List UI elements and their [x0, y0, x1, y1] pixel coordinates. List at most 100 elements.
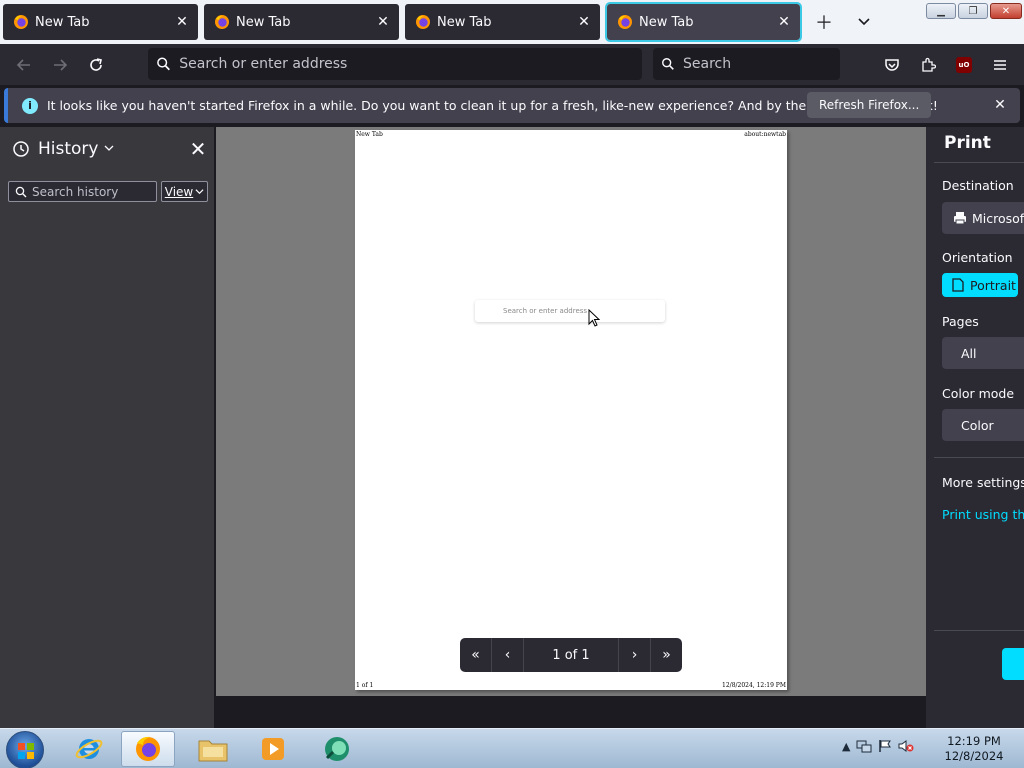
folder-icon: [198, 740, 228, 762]
start-button[interactable]: [6, 731, 44, 768]
reload-icon: [90, 58, 102, 71]
previous-page-icon[interactable]: ‹: [492, 638, 524, 672]
portrait-page-icon: [952, 278, 964, 292]
history-search-box[interactable]: [8, 181, 157, 202]
plus-icon[interactable]: ＋: [812, 10, 836, 34]
firefox-icon: [136, 736, 160, 761]
page-search-box: Search or enter address: [475, 300, 665, 322]
url-input[interactable]: [179, 56, 642, 72]
close-icon[interactable]: ✕: [992, 97, 1008, 113]
orientation-label: Orientation: [942, 250, 1013, 265]
divider: [934, 630, 1024, 631]
firefox-icon: [618, 15, 632, 29]
tab-title: New Tab: [236, 14, 291, 30]
history-search-input[interactable]: [32, 184, 152, 199]
taskbar-firefox[interactable]: [121, 731, 175, 767]
color-mode-label: Color mode: [942, 386, 1015, 401]
notification-message: It looks like you haven't started Firefo…: [47, 98, 938, 113]
refresh-firefox-button[interactable]: Refresh Firefox...: [807, 92, 932, 118]
more-settings-toggle[interactable]: More settings: [942, 475, 1024, 490]
search-icon: [15, 186, 27, 197]
tab-strip: New Tab ✕ New Tab ✕ New Tab ✕ New Tab ✕ …: [0, 0, 1024, 44]
divider: [934, 162, 1024, 163]
hamburger-menu-icon[interactable]: [988, 53, 1012, 77]
forward-button[interactable]: [47, 52, 73, 78]
orientation-portrait-button[interactable]: Portrait: [942, 273, 1018, 297]
view-menu-button[interactable]: View: [161, 181, 208, 202]
back-button[interactable]: [11, 52, 37, 78]
clock-icon: [13, 141, 29, 157]
pages-label: Pages: [942, 314, 979, 329]
reload-button[interactable]: [83, 52, 109, 78]
color-mode-select[interactable]: Color: [942, 409, 1024, 441]
action-center-flag-icon[interactable]: [878, 739, 892, 753]
page-count-label: 1 of 1: [552, 647, 590, 663]
ublock-origin-icon[interactable]: uO: [952, 53, 976, 77]
close-sidebar-icon[interactable]: ✕: [188, 137, 208, 161]
preview-footer-strip: [216, 696, 926, 728]
sidebar-switcher[interactable]: History: [12, 139, 114, 159]
tab-2[interactable]: New Tab ✕: [204, 4, 399, 40]
view-label: View: [164, 184, 194, 199]
tab-4-active[interactable]: New Tab ✕: [605, 2, 802, 42]
taskbar-app[interactable]: [310, 731, 364, 767]
network-icon[interactable]: [856, 739, 872, 753]
search-input[interactable]: [683, 56, 840, 72]
volume-muted-icon[interactable]: [898, 739, 914, 753]
extensions-icon[interactable]: [916, 53, 940, 77]
search-icon: [157, 57, 170, 71]
navigation-toolbar: uO: [0, 44, 1024, 85]
first-page-icon[interactable]: «: [460, 638, 492, 672]
arrow-left-icon: [16, 59, 30, 71]
taskbar-media-player[interactable]: [246, 731, 300, 767]
close-tab-icon[interactable]: ✕: [776, 14, 792, 30]
close-tab-icon[interactable]: ✕: [174, 14, 190, 30]
tab-title: New Tab: [437, 14, 492, 30]
clock-date: 12/8/2024: [944, 749, 1004, 763]
clock-time: 12:19 PM: [947, 734, 1001, 748]
search-icon: [662, 58, 674, 70]
next-page-icon[interactable]: ›: [618, 638, 650, 672]
pocket-icon[interactable]: [880, 53, 904, 77]
taskbar-clock[interactable]: 12:19 PM 12/8/2024: [940, 734, 1008, 764]
firefox-icon: [14, 15, 28, 29]
sidebar-title: History: [38, 139, 99, 159]
search-bar[interactable]: [653, 48, 840, 80]
restore-button[interactable]: ❐: [958, 3, 988, 19]
page-search-placeholder: Search or enter address: [503, 307, 588, 315]
media-player-icon: [262, 738, 284, 760]
window-controls: ▁ ❐ ✕: [926, 3, 1022, 19]
orientation-value: Portrait: [970, 277, 1016, 293]
close-tab-icon[interactable]: ✕: [375, 14, 391, 30]
url-bar[interactable]: [148, 48, 642, 80]
history-sidebar: History ✕ View: [0, 127, 215, 728]
page-footer-right: 12/8/2024, 12:19 PM: [722, 682, 786, 689]
show-hidden-icons-icon[interactable]: ▲: [842, 740, 850, 753]
chevron-down-icon[interactable]: [852, 10, 876, 34]
chevron-down-icon: [195, 189, 204, 195]
minimize-button[interactable]: ▁: [926, 3, 956, 19]
print-using-system-dialog-link[interactable]: Print using the s: [942, 507, 1024, 522]
arrow-right-icon: [54, 59, 68, 71]
pages-select[interactable]: All: [942, 337, 1024, 369]
taskbar-file-explorer[interactable]: [186, 731, 240, 767]
print-button[interactable]: [1002, 648, 1024, 680]
firefox-icon: [215, 15, 229, 29]
page-header-left: New Tab: [356, 131, 383, 138]
close-window-button[interactable]: ✕: [990, 3, 1022, 19]
firefox-icon: [416, 15, 430, 29]
tab-1[interactable]: New Tab ✕: [3, 4, 198, 40]
tab-3[interactable]: New Tab ✕: [405, 4, 600, 40]
app-icon: [325, 737, 349, 761]
destination-label: Destination: [942, 178, 1014, 193]
tab-title: New Tab: [35, 14, 90, 30]
page-header-right: about:newtab: [744, 131, 786, 138]
system-tray: ▲: [842, 739, 914, 753]
close-tab-icon[interactable]: ✕: [576, 14, 592, 30]
destination-select[interactable]: Microsoft: [942, 202, 1024, 234]
windows-taskbar: ▲ 12:19 PM 12/8/2024: [0, 728, 1024, 768]
last-page-icon[interactable]: »: [650, 638, 682, 672]
info-icon: i: [22, 97, 38, 114]
page-navigator: « ‹ 1 of 1 › »: [460, 638, 682, 672]
taskbar-internet-explorer[interactable]: [62, 731, 116, 767]
